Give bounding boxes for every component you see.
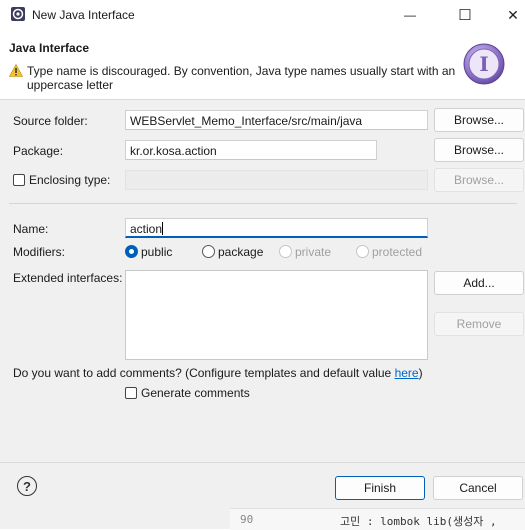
extended-interfaces-list[interactable] (125, 270, 428, 360)
window-title: New Java Interface (32, 8, 135, 22)
eclipse-app-icon (11, 7, 25, 21)
enclosing-type-field (125, 170, 428, 190)
comments-question: Do you want to add comments? (Configure … (13, 366, 423, 380)
section-divider (9, 203, 517, 204)
source-folder-field[interactable]: WEBServlet_Memo_Interface/src/main/java (125, 110, 428, 130)
title-bar: New Java Interface — ☐ ✕ (0, 0, 525, 30)
package-browse-button[interactable]: Browse... (434, 138, 524, 162)
modifiers-label: Modifiers: (13, 245, 66, 259)
name-field-value: action (130, 222, 163, 236)
name-field[interactable]: action (125, 218, 428, 238)
warning-message: Type name is discouraged. By convention,… (27, 64, 456, 92)
generate-comments-label: Generate comments (141, 386, 250, 400)
modifier-package-radio[interactable] (202, 245, 215, 258)
background-editor: 90 고민 : lombok lib(생성자 , (230, 508, 525, 530)
enclosing-type-browse-button: Browse... (434, 168, 524, 192)
package-field[interactable]: kr.or.kosa.action (125, 140, 377, 160)
modifier-package-label: package (218, 245, 264, 259)
close-button[interactable]: ✕ (490, 0, 525, 30)
remove-interface-button: Remove (434, 312, 524, 336)
svg-text:I: I (479, 52, 488, 76)
wizard-title: Java Interface (9, 41, 90, 55)
editor-code-line: 고민 : lombok lib(생성자 , (340, 515, 497, 528)
add-interface-button[interactable]: Add... (434, 271, 524, 295)
interface-wizard-icon: I (462, 42, 506, 86)
modifier-private-label: private (295, 245, 332, 259)
minimize-icon: — (404, 8, 416, 22)
enclosing-type-label: Enclosing type: (29, 173, 111, 187)
extended-interfaces-label: Extended interfaces: (13, 271, 123, 285)
modifier-protected-label: protected (372, 245, 423, 259)
maximize-icon: ☐ (458, 7, 472, 24)
help-glyph: ? (23, 478, 31, 494)
source-folder-label: Source folder: (13, 114, 88, 128)
enclosing-type-checkbox[interactable] (13, 174, 25, 186)
editor-line-number: 90 (240, 513, 254, 526)
source-folder-browse-button[interactable]: Browse... (434, 108, 524, 132)
comments-question-text: Do you want to add comments? (Configure … (13, 366, 395, 380)
minimize-button[interactable]: — (387, 0, 433, 30)
modifier-private-radio (279, 245, 292, 258)
maximize-button[interactable]: ☐ (442, 0, 488, 30)
text-cursor (162, 222, 164, 235)
warning-icon (9, 64, 23, 77)
cancel-button[interactable]: Cancel (433, 476, 523, 500)
help-icon[interactable]: ? (17, 476, 37, 496)
close-icon: ✕ (507, 6, 519, 23)
modifier-public-label: public (141, 245, 173, 259)
configure-templates-link[interactable]: here (395, 366, 419, 380)
package-label: Package: (13, 144, 64, 158)
comments-question-close: ) (418, 366, 423, 380)
modifier-protected-radio (356, 245, 369, 258)
modifier-public-radio[interactable] (125, 245, 138, 258)
name-label: Name: (13, 222, 49, 236)
finish-button[interactable]: Finish (335, 476, 425, 500)
generate-comments-checkbox[interactable] (125, 387, 137, 399)
